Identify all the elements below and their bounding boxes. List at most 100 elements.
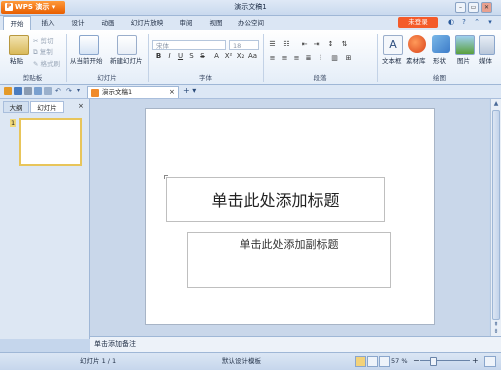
underline-button[interactable]: U <box>176 52 185 61</box>
zoom-slider[interactable] <box>420 360 470 361</box>
media-icon[interactable] <box>479 35 495 55</box>
play-from-current-button[interactable]: 从当前开始 <box>70 55 103 65</box>
app-menu-button[interactable]: P WPS 演示 ▾ <box>1 1 65 14</box>
slide-sorter-icon[interactable] <box>367 356 378 367</box>
subtitle-placeholder[interactable]: 单击此处添加副标题 <box>187 232 391 288</box>
paste-button[interactable]: 粘贴 <box>10 55 23 65</box>
new-file-icon[interactable] <box>4 87 12 95</box>
strikethrough-button[interactable]: S <box>198 52 207 61</box>
wps-logo-icon: P <box>5 3 13 11</box>
material-library-icon[interactable] <box>408 35 426 53</box>
tab-slideshow[interactable]: 幻灯片放映 <box>124 16 170 30</box>
shapes-icon[interactable] <box>432 35 450 53</box>
format-painter-label: 格式刷 <box>40 60 61 68</box>
close-tab-icon[interactable]: × <box>169 87 175 98</box>
prev-slide-icon[interactable]: ⇞ <box>492 321 500 328</box>
close-panel-icon[interactable]: × <box>78 102 84 110</box>
vertical-scrollbar[interactable]: ▲ ⇞ ⇟ <box>490 99 501 336</box>
tab-view[interactable]: 视图 <box>202 16 230 30</box>
bold-button[interactable]: B <box>154 52 163 61</box>
align-center-icon[interactable]: ≡ <box>280 54 289 63</box>
document-tab-label: 演示文稿1 <box>102 88 133 96</box>
zoom-slider-thumb[interactable] <box>430 357 437 366</box>
document-tab[interactable]: 演示文稿1 × <box>87 86 179 98</box>
undo-icon[interactable]: ↶ <box>55 87 63 95</box>
numbering-icon[interactable]: ☷ <box>282 40 291 49</box>
font-size-select[interactable]: 18 <box>229 40 259 50</box>
normal-view-icon[interactable] <box>355 356 366 367</box>
tab-office-space[interactable]: 办公空间 <box>232 16 270 30</box>
tab-insert[interactable]: 插入 <box>34 16 62 30</box>
slides-group-label: 幻灯片 <box>97 74 117 82</box>
maximize-icon[interactable]: ▭ <box>468 2 479 13</box>
bullets-icon[interactable]: ☰ <box>268 40 277 49</box>
open-icon[interactable] <box>44 87 52 95</box>
font-name-select[interactable]: 宋体 <box>152 40 226 50</box>
title-bar: 演示文稿1 P WPS 演示 ▾ – ▭ ✕ <box>0 0 501 16</box>
align-text-icon[interactable]: ⊞ <box>344 54 353 63</box>
italic-button[interactable]: I <box>165 52 174 61</box>
zoom-in-icon[interactable]: + <box>472 353 479 369</box>
print-preview-icon[interactable] <box>34 87 42 95</box>
superscript-button[interactable]: X² <box>224 52 233 61</box>
format-painter-button[interactable]: ✎ 格式刷 <box>33 58 60 68</box>
chevron-up-icon[interactable]: ⌃ <box>473 18 481 26</box>
tab-animation[interactable]: 动画 <box>94 16 122 30</box>
next-slide-icon[interactable]: ⇟ <box>492 328 500 335</box>
new-slide-icon[interactable] <box>117 35 137 55</box>
slideshow-view-icon[interactable] <box>379 356 390 367</box>
increase-indent-icon[interactable]: ⇥ <box>312 40 321 49</box>
shapes-button[interactable]: 形状 <box>433 55 446 65</box>
help-icon[interactable]: ? <box>460 18 468 26</box>
settings-icon[interactable]: ▾ <box>486 18 494 26</box>
font-color-button[interactable]: A <box>212 52 221 61</box>
line-spacing-icon[interactable]: ↕ <box>326 40 335 49</box>
copy-button[interactable]: ⧉ 复制 <box>33 46 53 57</box>
notes-pane[interactable]: 单击添加备注 <box>90 336 501 352</box>
cut-label: 剪切 <box>40 37 54 45</box>
paragraph-group-label: 段落 <box>313 74 327 82</box>
subscript-button[interactable]: X₂ <box>236 52 245 61</box>
slide-number: 1 <box>10 119 17 127</box>
scroll-thumb[interactable] <box>492 110 500 320</box>
paste-icon[interactable] <box>9 35 29 55</box>
tab-home[interactable]: 开始 <box>3 16 31 30</box>
title-placeholder[interactable]: 单击此处添加标题 <box>166 177 385 222</box>
scroll-up-icon[interactable]: ▲ <box>492 100 500 108</box>
new-slide-button[interactable]: 新建幻灯片 <box>110 55 143 65</box>
distribute-icon[interactable]: ⫶ <box>316 54 325 63</box>
print-icon[interactable] <box>24 87 32 95</box>
align-left-icon[interactable]: ≡ <box>268 54 277 63</box>
material-library-button[interactable]: 素材库 <box>406 55 426 65</box>
qat-dropdown-icon[interactable]: ▾ <box>77 87 85 95</box>
tab-slides[interactable]: 幻灯片 <box>30 101 64 113</box>
minimize-icon[interactable]: – <box>455 2 466 13</box>
redo-icon[interactable]: ↷ <box>66 87 74 95</box>
zoom-out-icon[interactable]: − <box>413 353 420 369</box>
tab-design[interactable]: 设计 <box>64 16 92 30</box>
slide-thumbnail[interactable] <box>19 118 82 166</box>
textbox-icon[interactable]: A <box>383 35 403 55</box>
justify-icon[interactable]: ≣ <box>304 54 313 63</box>
login-button[interactable]: 未登录 <box>398 17 438 28</box>
columns-icon[interactable]: ▥ <box>330 54 339 63</box>
picture-button[interactable]: 图片 <box>457 55 470 65</box>
media-button[interactable]: 媒体 <box>479 55 492 65</box>
play-from-current-icon[interactable] <box>79 35 99 55</box>
decrease-indent-icon[interactable]: ⇤ <box>300 40 309 49</box>
tab-review[interactable]: 审阅 <box>172 16 200 30</box>
cut-button[interactable]: ✂ 剪切 <box>33 35 54 45</box>
skin-icon[interactable]: ◐ <box>447 18 455 26</box>
tab-outline[interactable]: 大纲 <box>3 101 29 113</box>
picture-icon[interactable] <box>455 35 475 55</box>
save-icon[interactable] <box>14 87 22 95</box>
new-tab-icon[interactable]: + ▾ <box>183 86 196 95</box>
fit-window-icon[interactable] <box>484 356 496 367</box>
close-icon[interactable]: ✕ <box>481 2 492 13</box>
align-right-icon[interactable]: ≡ <box>292 54 301 63</box>
textbox-button[interactable]: 文本框 <box>382 55 402 65</box>
case-button[interactable]: Aa <box>248 52 257 61</box>
text-direction-icon[interactable]: ⇅ <box>340 40 349 49</box>
shadow-button[interactable]: S <box>187 52 196 61</box>
status-bar: 幻灯片 1 / 1 默认设计模板 57 % − + <box>0 352 501 370</box>
